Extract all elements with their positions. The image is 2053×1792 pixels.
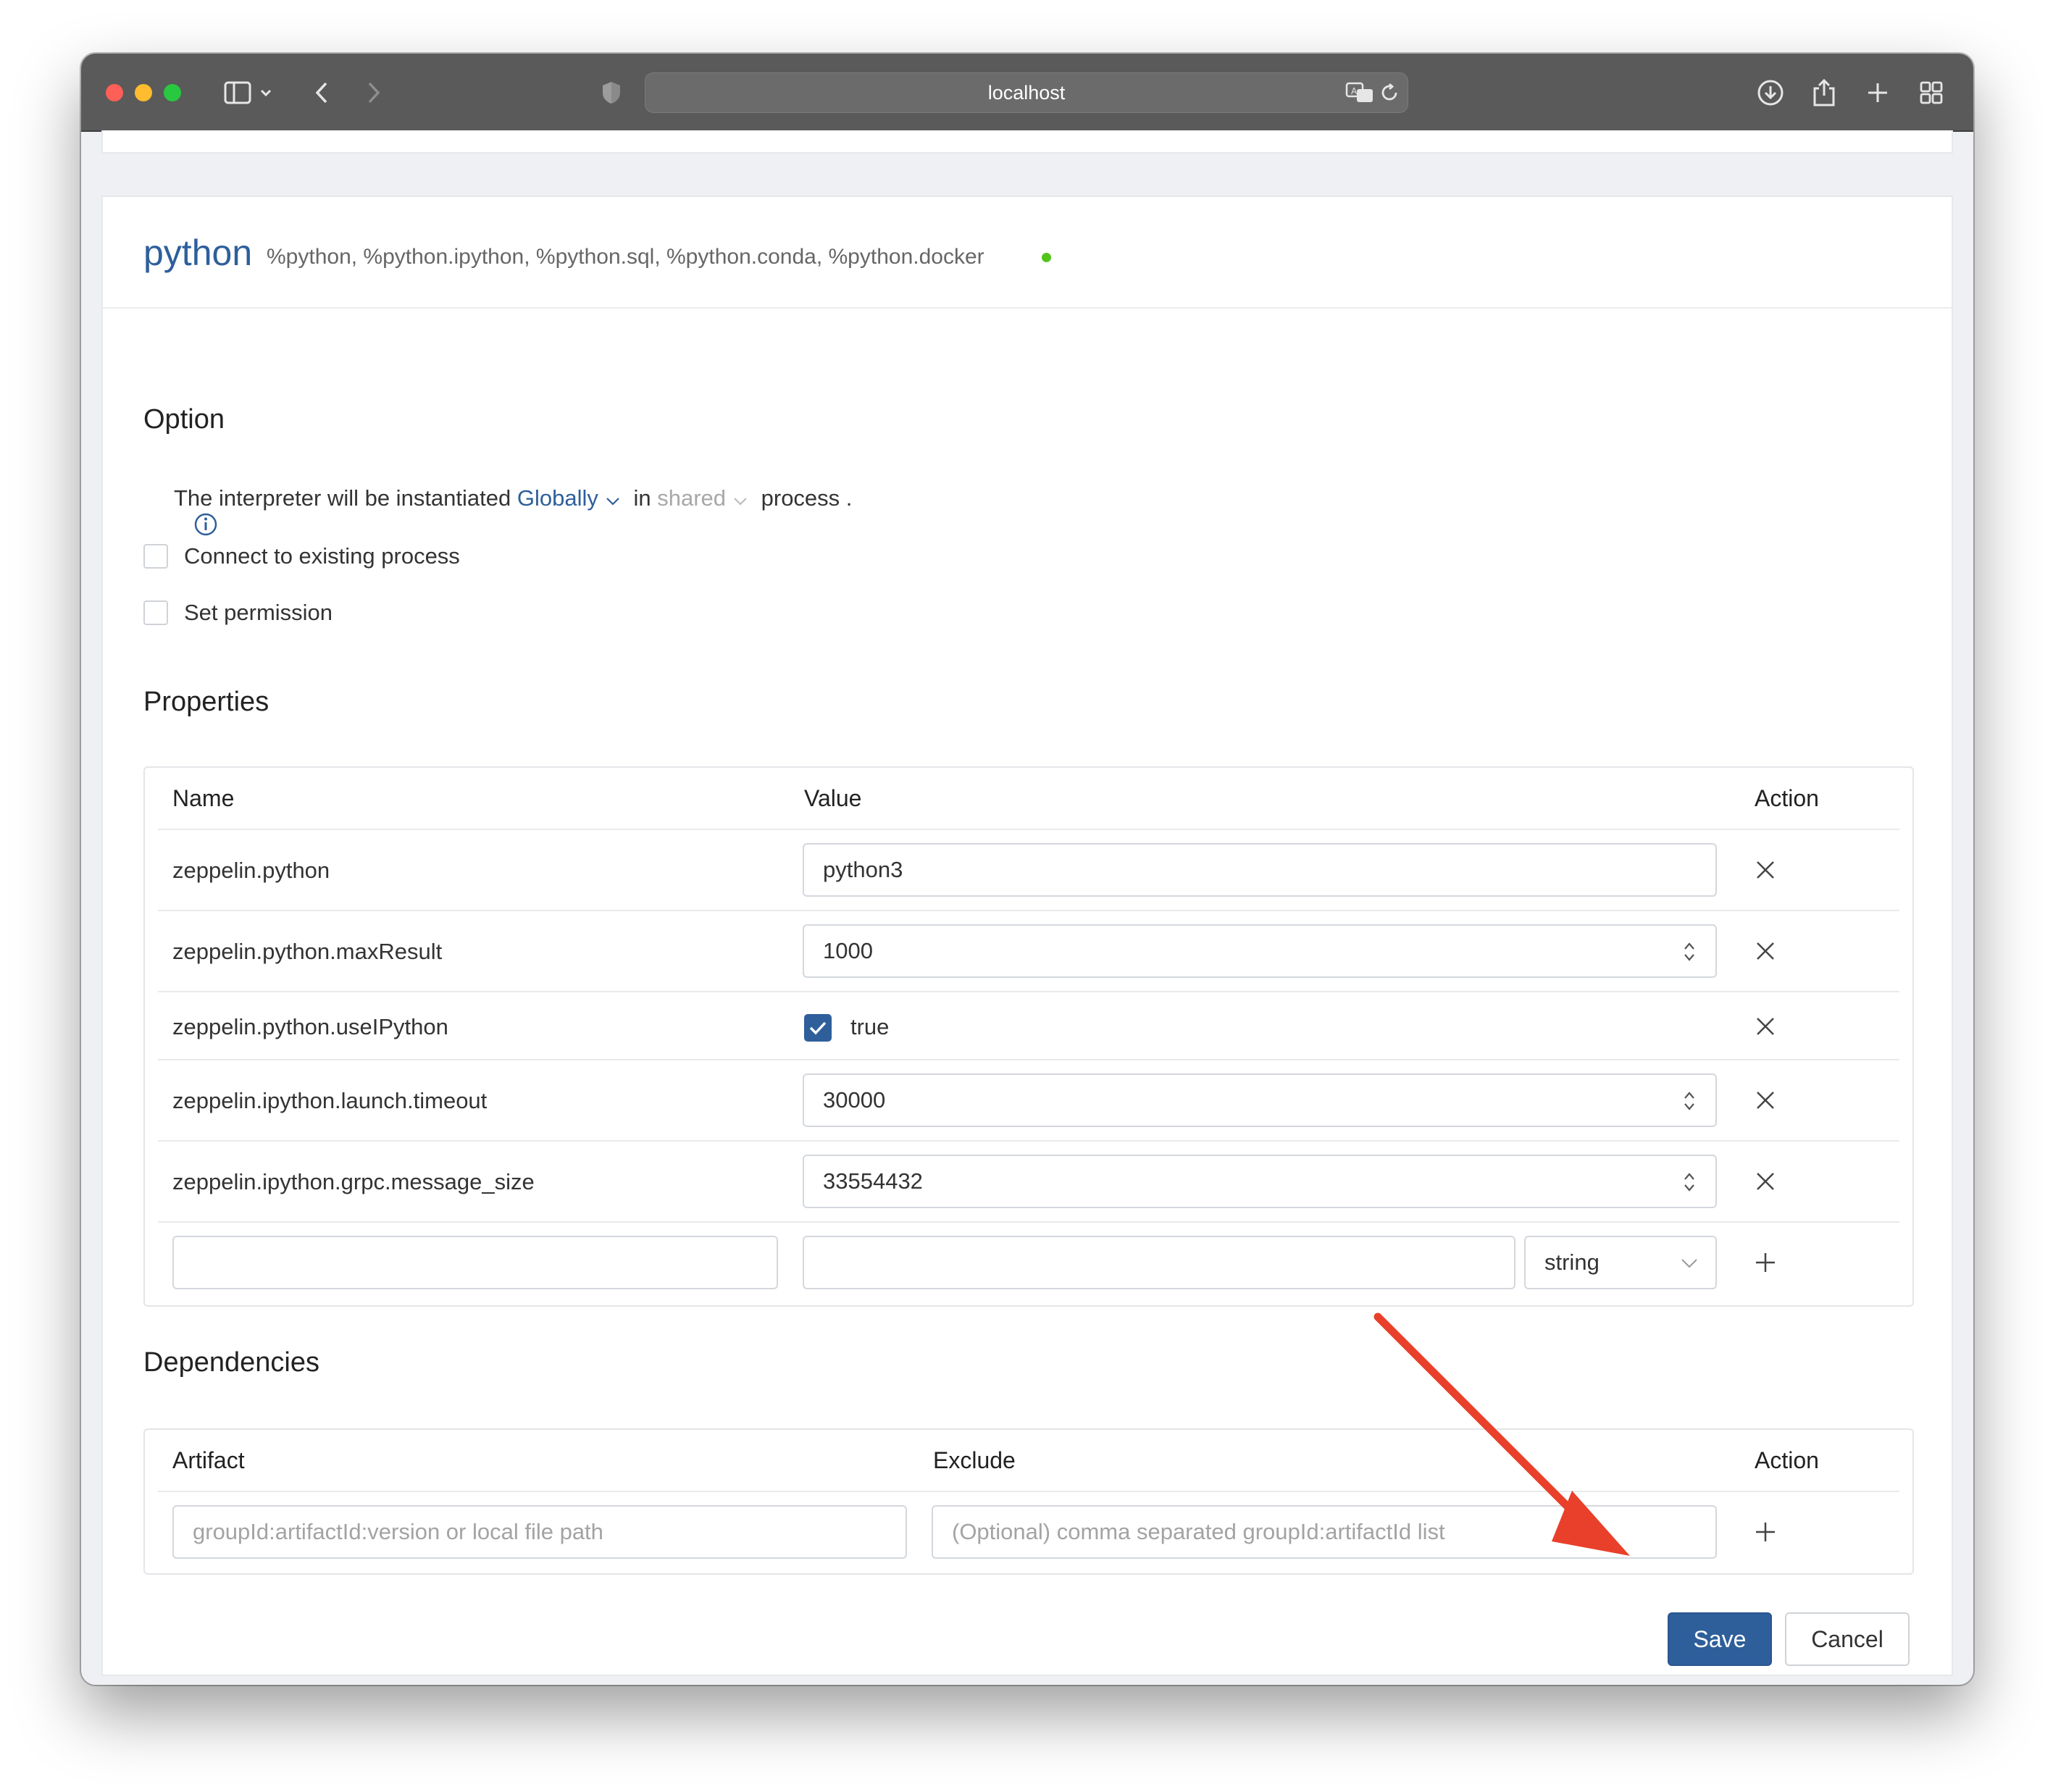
annotation-arrow (1373, 1312, 1630, 1556)
